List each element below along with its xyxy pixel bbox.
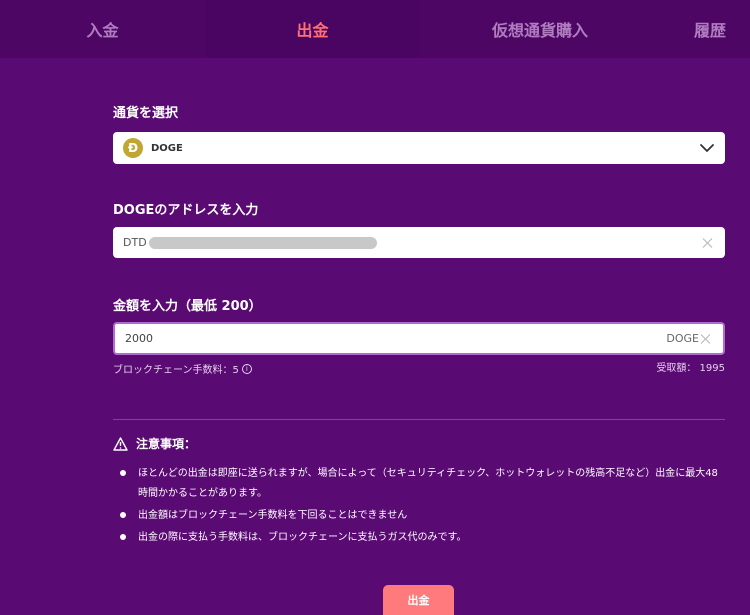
currency-select[interactable]: Ð DOGE xyxy=(113,132,725,164)
selected-currency: DOGE xyxy=(151,142,183,154)
address-input[interactable]: DTD xyxy=(113,227,725,258)
clear-amount-icon[interactable] xyxy=(700,333,711,344)
fee-text: ブロックチェーン手数料：5 i xyxy=(113,361,252,376)
warning-icon xyxy=(113,436,128,451)
list-item: 出金額はブロックチェーン手数料を下回ることはできません xyxy=(120,506,725,526)
received-amount: 受取額： 1995 xyxy=(656,363,725,374)
divider xyxy=(113,419,725,420)
clear-address-icon[interactable] xyxy=(702,237,713,248)
tab-history[interactable]: 履歴 xyxy=(660,0,750,58)
notice-list: ほとんどの出金は即座に送られますが、場合によって（セキュリティチェック、ホットウ… xyxy=(120,464,725,548)
chevron-down-icon[interactable] xyxy=(699,140,715,156)
address-label: DOGEのアドレスを入力 xyxy=(113,203,259,218)
withdraw-button[interactable]: 出金 xyxy=(383,585,454,615)
address-value: DTD xyxy=(123,236,147,249)
info-icon[interactable]: i xyxy=(241,363,252,374)
amount-field[interactable]: DOGE xyxy=(113,322,725,355)
amount-input[interactable] xyxy=(125,332,525,345)
currency-label: 通貨を選択 xyxy=(113,106,179,121)
amount-unit: DOGE xyxy=(666,332,699,345)
notice-heading: 注意事項： xyxy=(113,435,196,452)
fee-label: ブロックチェーン手数料：5 xyxy=(113,365,239,376)
tab-buy-crypto[interactable]: 仮想通貨購入 xyxy=(420,0,660,58)
doge-coin-icon: Ð xyxy=(123,138,143,158)
tab-deposit[interactable]: 入金 xyxy=(0,0,205,58)
list-item: 出金の際に支払う手数料は、ブロックチェーンに支払うガス代のみです。 xyxy=(120,528,725,548)
tab-bar: 入金 出金 仮想通貨購入 履歴 xyxy=(0,0,750,58)
tab-withdraw[interactable]: 出金 xyxy=(205,0,420,58)
address-redacted xyxy=(148,236,377,249)
notice-title: 注意事項： xyxy=(136,437,197,451)
list-item: ほとんどの出金は即座に送られますが、場合によって（セキュリティチェック、ホットウ… xyxy=(120,464,725,504)
amount-label: 金額を入力（最低 200） xyxy=(113,299,262,314)
